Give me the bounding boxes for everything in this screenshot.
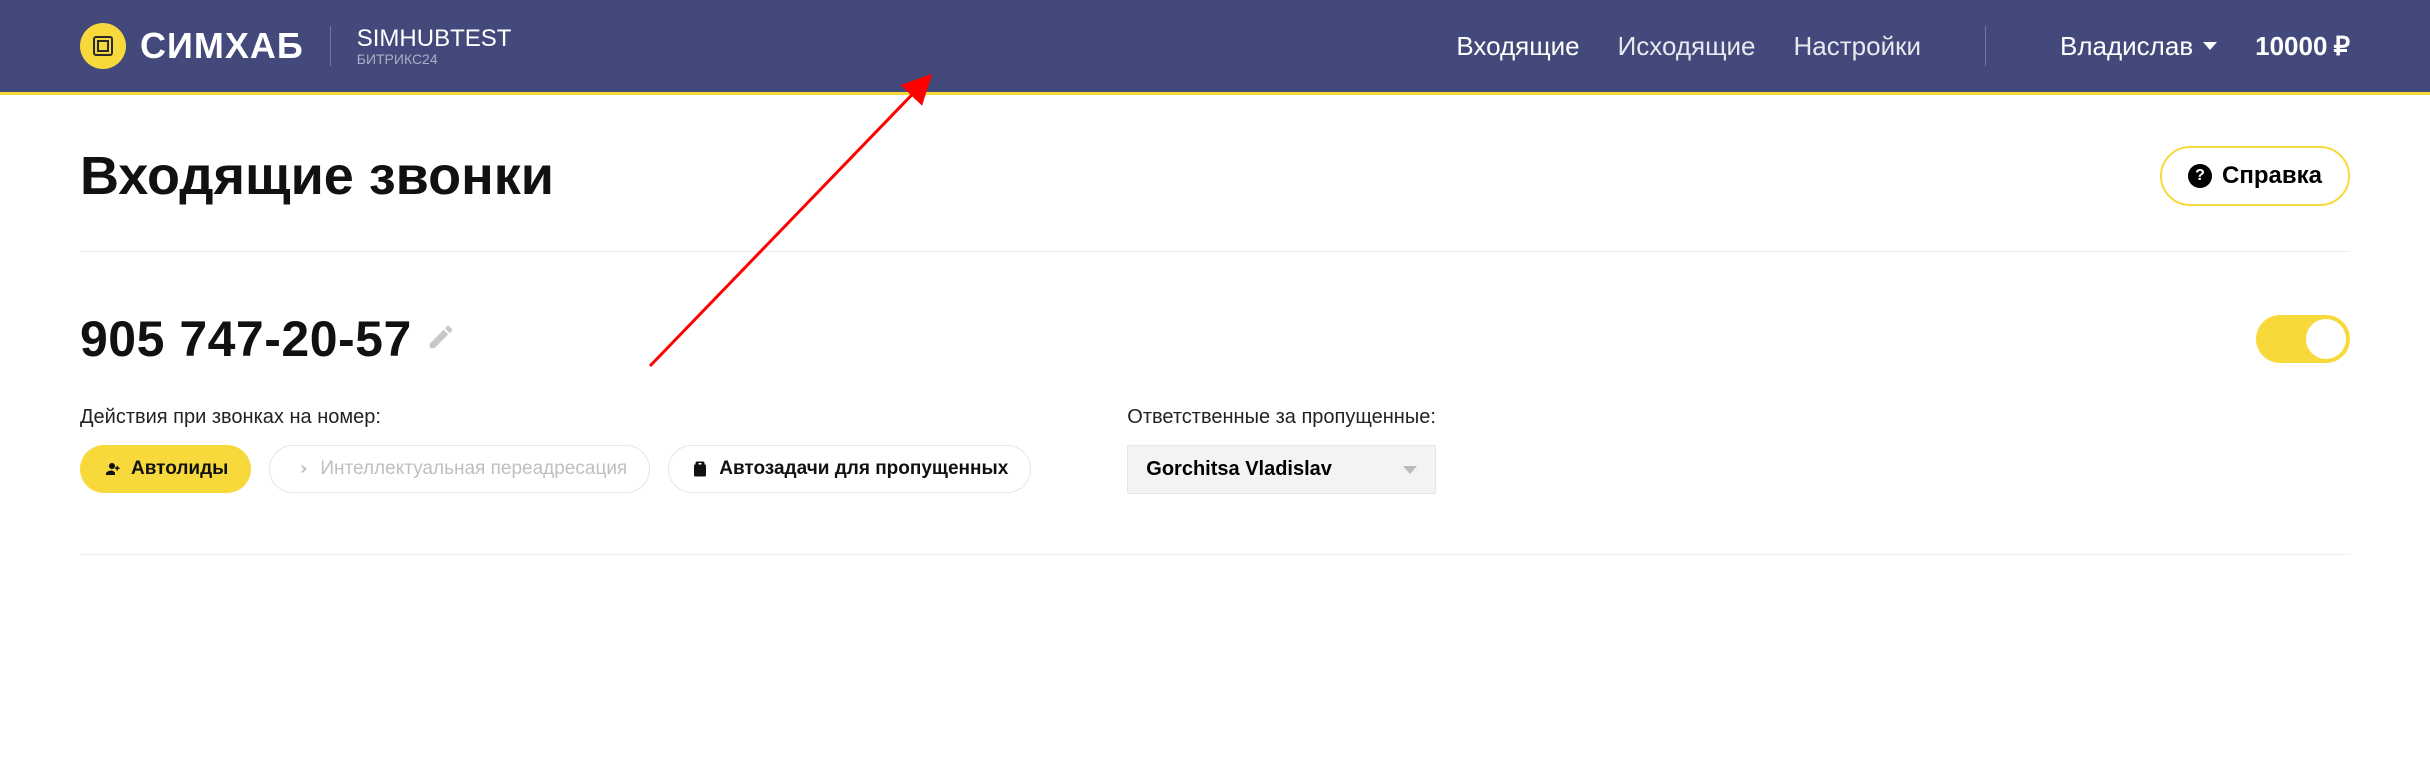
user-name: Владислав — [2060, 31, 2193, 62]
line-enabled-toggle[interactable] — [2256, 315, 2350, 363]
main-content: Входящие звонки ? Справка 905 747-20-57 … — [0, 95, 2430, 595]
chip-smart-redirect[interactable]: Интеллектуальная переадресация — [269, 445, 650, 493]
page-title: Входящие звонки — [80, 145, 554, 207]
responsible-selected: Gorchitsa Vladislav — [1146, 458, 1332, 481]
nav-outgoing[interactable]: Исходящие — [1618, 31, 1756, 62]
clipboard-icon — [691, 460, 709, 478]
question-icon: ? — [2188, 164, 2212, 188]
help-button-label: Справка — [2222, 162, 2322, 190]
nav-settings[interactable]: Настройки — [1794, 31, 1922, 62]
chevron-down-icon — [1403, 466, 1417, 474]
brand-block: СИМХАБ — [80, 23, 304, 69]
balance[interactable]: 10000 ₽ — [2255, 31, 2350, 62]
balance-value: 10000 — [2255, 31, 2327, 62]
arrow-right-icon — [292, 460, 310, 478]
pencil-icon[interactable] — [426, 322, 456, 357]
actions-column: Действия при звонках на номер: Автолиды … — [80, 406, 1031, 493]
phone-number: 905 747-20-57 — [80, 310, 412, 368]
header-separator-2 — [1985, 26, 1986, 66]
header-separator — [330, 26, 331, 66]
help-button[interactable]: ? Справка — [2160, 146, 2350, 206]
actions-row: Действия при звонках на номер: Автолиды … — [80, 406, 2350, 555]
chip-autoleads-label: Автолиды — [131, 458, 228, 480]
ruble-icon: ₽ — [2333, 31, 2350, 62]
app-header: СИМХАБ SIMHUBTEST БИТРИКС24 Входящие Исх… — [0, 0, 2430, 95]
responsible-select[interactable]: Gorchitsa Vladislav — [1127, 445, 1436, 494]
chip-autotasks[interactable]: Автозадачи для пропущенных — [668, 445, 1031, 493]
phone-edit-block: 905 747-20-57 — [80, 310, 456, 368]
actions-chips: Автолиды Интеллектуальная переадресация … — [80, 445, 1031, 493]
brand-name: СИМХАБ — [140, 25, 304, 67]
chevron-down-icon — [2203, 42, 2217, 50]
chip-smart-redirect-label: Интеллектуальная переадресация — [320, 458, 627, 480]
user-menu[interactable]: Владислав — [2060, 31, 2217, 62]
nav-incoming[interactable]: Входящие — [1456, 31, 1579, 62]
toggle-knob — [2306, 319, 2346, 359]
header-nav: Входящие Исходящие Настройки Владислав 1… — [1456, 26, 2350, 66]
account-block[interactable]: SIMHUBTEST БИТРИКС24 — [357, 25, 512, 67]
phone-line-row: 905 747-20-57 — [80, 310, 2350, 368]
responsible-column: Ответственные за пропущенные: Gorchitsa … — [1127, 406, 1436, 494]
account-subtitle: БИТРИКС24 — [357, 51, 512, 67]
responsible-label: Ответственные за пропущенные: — [1127, 406, 1436, 429]
chip-autoleads[interactable]: Автолиды — [80, 445, 251, 493]
page-title-row: Входящие звонки ? Справка — [80, 145, 2350, 252]
account-title: SIMHUBTEST — [357, 25, 512, 53]
brand-logo-icon — [80, 23, 126, 69]
chip-autotasks-label: Автозадачи для пропущенных — [719, 458, 1008, 480]
actions-label: Действия при звонках на номер: — [80, 406, 1031, 429]
user-plus-icon — [103, 460, 121, 478]
